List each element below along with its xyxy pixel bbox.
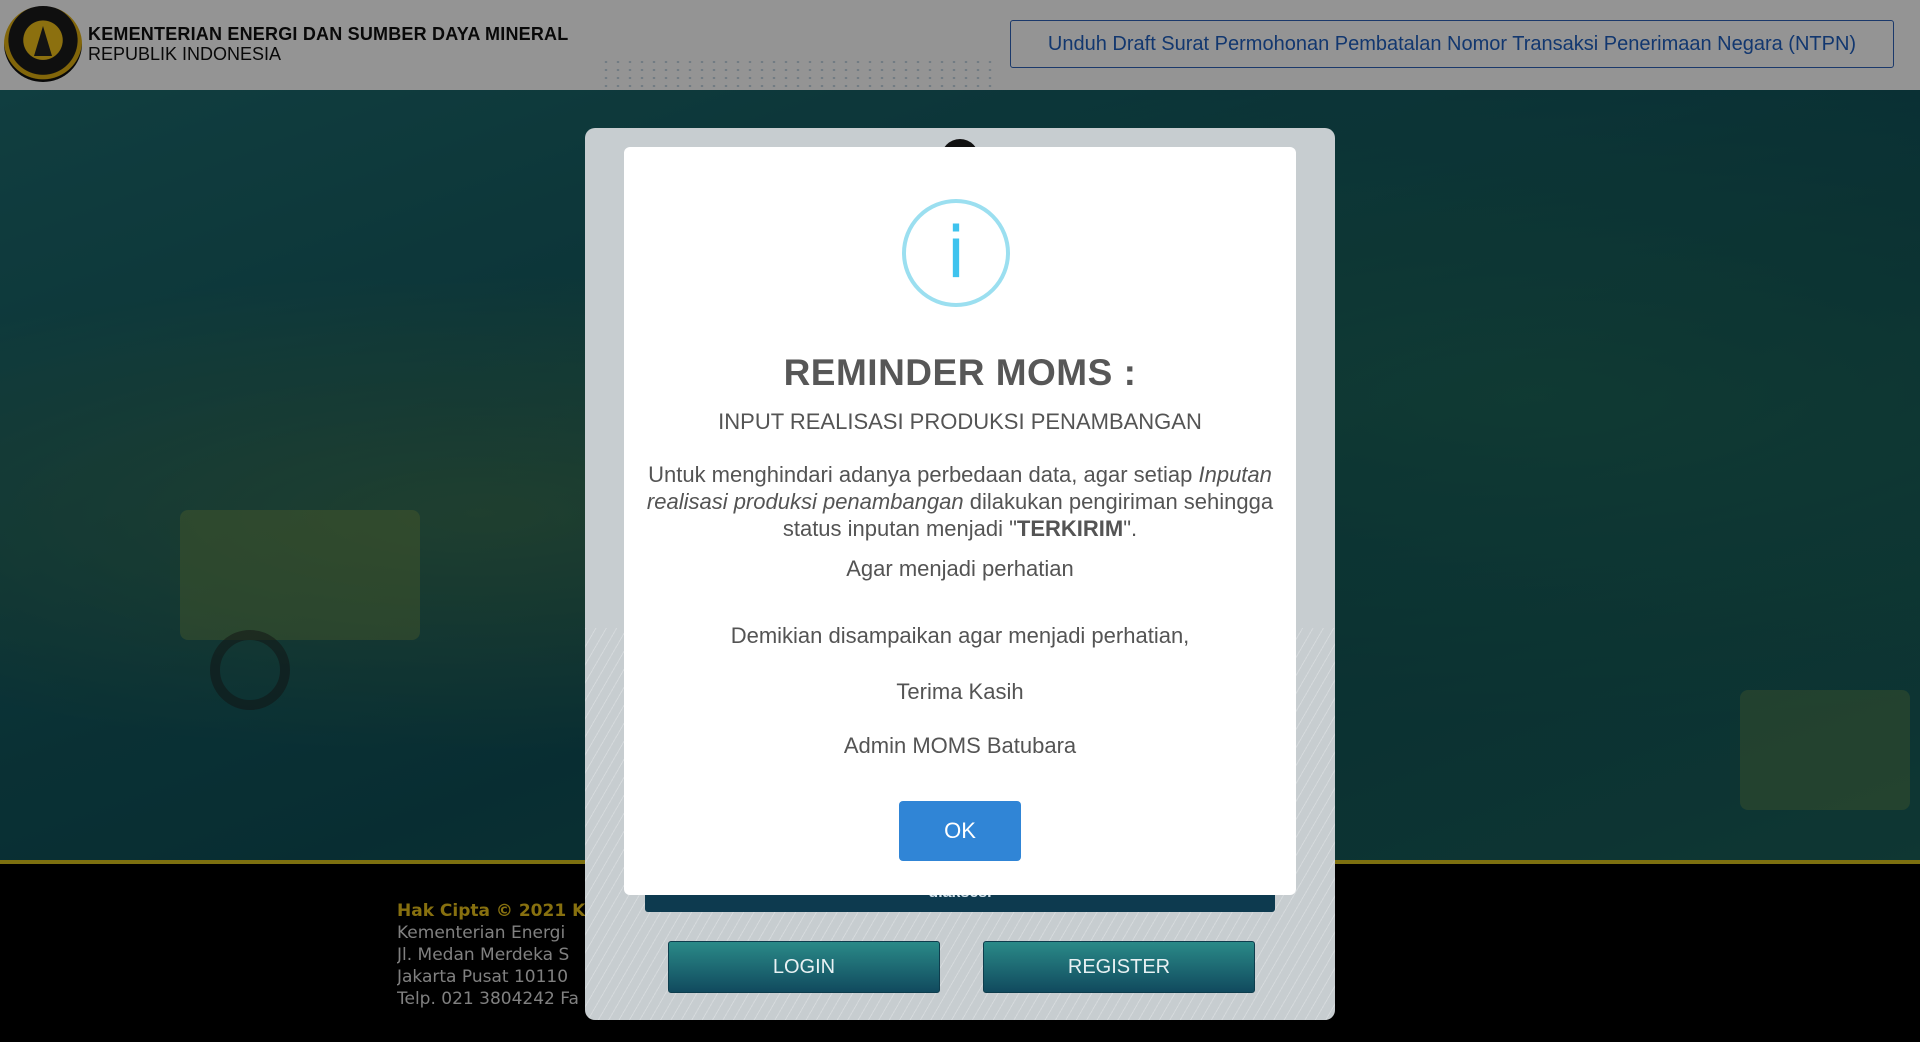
ok-button[interactable]: OK	[899, 801, 1021, 861]
dialog-subtitle: INPUT REALISASI PRODUKSI PENAMBANGAN	[718, 409, 1202, 434]
dialog-body: INPUT REALISASI PRODUKSI PENAMBANGAN Unt…	[624, 409, 1296, 781]
info-icon: i	[902, 199, 1010, 307]
dialog-message-text: ".	[1123, 516, 1138, 541]
login-button[interactable]: LOGIN	[668, 941, 940, 993]
dialog-message-text: Untuk menghindari adanya perbedaan data,…	[648, 462, 1199, 487]
dialog-closing: Demikian disampaikan agar menjadi perhat…	[730, 623, 1190, 648]
dialog-message: Untuk menghindari adanya perbedaan data,…	[645, 461, 1275, 542]
dialog-message-bold: TERKIRIM	[1016, 516, 1124, 541]
dialog-thanks: Terima Kasih	[896, 679, 1024, 704]
register-button[interactable]: REGISTER	[983, 941, 1255, 993]
dialog-signature: Admin MOMS Batubara	[843, 733, 1077, 758]
dialog-title: REMINDER MOMS :	[783, 352, 1137, 393]
dialog-attention: Agar menjadi perhatian	[846, 556, 1074, 581]
reminder-dialog: i REMINDER MOMS : INPUT REALISASI PRODUK…	[624, 147, 1296, 895]
